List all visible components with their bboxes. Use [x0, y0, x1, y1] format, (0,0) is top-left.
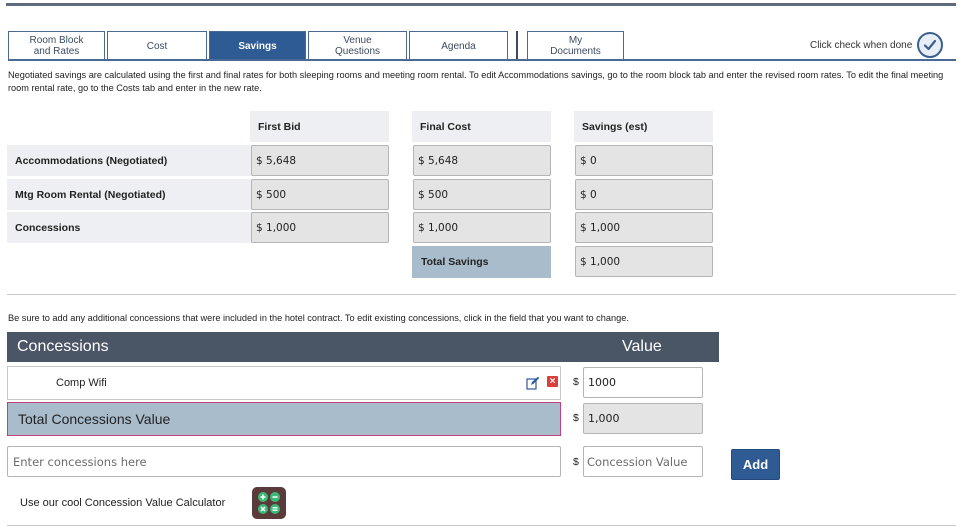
new-concession-currency: $ — [573, 456, 579, 468]
add-concession-button[interactable]: Add — [731, 449, 780, 480]
savings-accommodations: $ 0 — [575, 145, 713, 176]
tab-label-line2: Documents — [550, 46, 601, 57]
first-bid-mtg-room: $ 500 — [251, 179, 389, 210]
final-cost-mtg-room: $ 500 — [413, 179, 551, 210]
tab-cost[interactable]: Cost — [107, 31, 207, 60]
calculator-icon[interactable] — [252, 487, 286, 519]
tab-savings[interactable]: Savings — [209, 31, 306, 60]
final-cost-concessions: $ 1,000 — [413, 212, 551, 243]
tab-underline — [8, 59, 956, 61]
total-concessions-value: 1,000 — [583, 403, 703, 434]
tab-venue-questions[interactable]: Venue Questions — [308, 31, 407, 60]
row-label-mtg-room-rental: Mtg Room Rental (Negotiated) — [7, 179, 255, 210]
column-header-first-bid: First Bid — [250, 111, 389, 142]
concessions-header-title: Concessions — [17, 338, 109, 355]
done-label: Click check when done — [810, 39, 913, 51]
bottom-divider — [7, 525, 956, 526]
top-bar — [6, 3, 956, 6]
tab-separator — [516, 31, 518, 60]
row-label-accommodations: Accommodations (Negotiated) — [7, 145, 255, 176]
tab-my-documents[interactable]: My Documents — [527, 31, 624, 60]
done-control: Click check when done — [810, 32, 944, 58]
column-header-final-cost: Final Cost — [412, 111, 551, 142]
concession-value-field[interactable]: 1000 — [583, 367, 703, 398]
done-check-button[interactable] — [917, 32, 944, 58]
first-bid-accommodations: $ 5,648 — [251, 145, 389, 176]
savings-concessions: $ 1,000 — [575, 212, 713, 243]
total-concessions-currency: $ — [573, 412, 579, 424]
tab-label-line2: Questions — [334, 46, 381, 57]
calculator-label: Use our cool Concession Value Calculator — [20, 497, 226, 509]
total-savings-label: Total Savings — [412, 246, 551, 278]
total-savings-value: $ 1,000 — [575, 246, 713, 277]
concessions-header-value: Value — [622, 338, 662, 355]
tab-agenda[interactable]: Agenda — [409, 31, 508, 60]
intro-text: Negotiated savings are calculated using … — [8, 70, 944, 93]
tab-label-line2: and Rates — [33, 46, 80, 57]
tab-label-line1: My — [568, 35, 583, 46]
tab-label: Cost — [146, 40, 168, 52]
concessions-header: Concessions Value — [7, 332, 719, 362]
concessions-note: Be sure to add any additional concession… — [8, 313, 629, 323]
edit-icon[interactable] — [526, 376, 540, 390]
tab-room-block-and-rates[interactable]: Room Block and Rates — [8, 31, 105, 60]
row-label-concessions: Concessions — [7, 212, 255, 243]
concession-name-input[interactable] — [7, 446, 561, 477]
column-header-savings: Savings (est) — [574, 111, 713, 142]
tab-label-line1: Venue — [343, 35, 372, 46]
calculator-keys-icon — [258, 492, 280, 514]
tab-label: Agenda — [441, 40, 476, 52]
tab-label-line1: Room Block — [29, 35, 84, 46]
delete-icon[interactable]: × — [547, 376, 558, 387]
concession-value-input[interactable] — [583, 446, 703, 477]
first-bid-concessions: $ 1,000 — [251, 212, 389, 243]
concession-currency: $ — [573, 376, 579, 388]
tab-label: Savings — [238, 40, 277, 52]
final-cost-accommodations: $ 5,648 — [413, 145, 551, 176]
checkmark-icon — [924, 39, 937, 51]
savings-mtg-room: $ 0 — [575, 179, 713, 210]
section-divider — [7, 294, 956, 295]
concession-name: Comp Wifi — [56, 377, 107, 389]
concession-row[interactable]: Comp Wifi × — [7, 366, 561, 400]
total-concessions-label: Total Concessions Value — [7, 402, 561, 436]
